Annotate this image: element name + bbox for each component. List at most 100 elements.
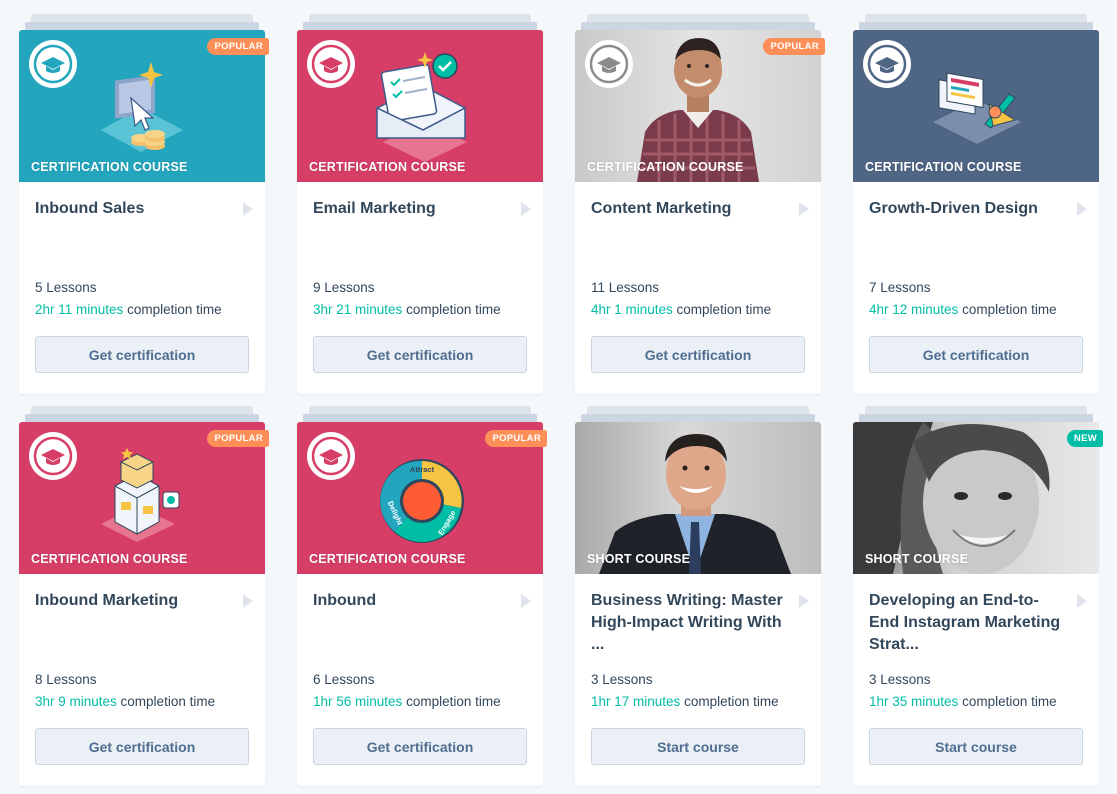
duration-suffix: completion time bbox=[402, 302, 501, 317]
play-icon[interactable] bbox=[1077, 594, 1087, 608]
certification-seal-icon bbox=[307, 432, 355, 480]
duration-suffix: completion time bbox=[402, 694, 501, 709]
course-title[interactable]: Developing an End-to-End Instagram Marke… bbox=[869, 590, 1065, 656]
card-hero[interactable]: CERTIFICATION COURSE bbox=[297, 30, 543, 182]
get-certification-button[interactable]: Get certification bbox=[313, 728, 527, 765]
card-hero[interactable]: SHORT COURSE bbox=[853, 422, 1099, 574]
duration-suffix: completion time bbox=[958, 694, 1057, 709]
course-card[interactable]: CERTIFICATION COURSE Content Marketing 1… bbox=[575, 14, 825, 394]
course-type-label: CERTIFICATION COURSE bbox=[31, 552, 188, 566]
course-title[interactable]: Growth-Driven Design bbox=[869, 198, 1065, 220]
card-stack-layer bbox=[865, 14, 1087, 22]
card-stack-layer bbox=[859, 22, 1093, 30]
duration-suffix: completion time bbox=[672, 302, 772, 317]
certification-seal-icon bbox=[585, 40, 633, 88]
play-icon[interactable] bbox=[1077, 202, 1087, 216]
lesson-count: 8 Lessons bbox=[35, 672, 97, 687]
course-card[interactable]: CERTIFICATION COURSE Inbound Sales 5 Les… bbox=[19, 14, 269, 394]
course-card[interactable]: Attract Engage Delight CERTIFICATION COU… bbox=[297, 406, 547, 786]
course-card[interactable]: CERTIFICATION COURSE Growth-Driven Desig… bbox=[853, 14, 1099, 394]
play-icon[interactable] bbox=[243, 594, 253, 608]
card-stack-layer bbox=[865, 406, 1087, 414]
card-body: Attract Engage Delight CERTIFICATION COU… bbox=[297, 422, 543, 786]
completion-time: 4hr 1 minutes completion time bbox=[591, 302, 771, 317]
completion-time: 3hr 9 minutes completion time bbox=[35, 694, 215, 709]
course-title[interactable]: Inbound Sales bbox=[35, 198, 231, 220]
card-stack-layer bbox=[587, 406, 809, 414]
play-icon[interactable] bbox=[799, 594, 809, 608]
card-hero[interactable]: CERTIFICATION COURSE bbox=[853, 30, 1099, 182]
building-blocks-icon bbox=[101, 448, 180, 542]
course-title[interactable]: Email Marketing bbox=[313, 198, 509, 220]
play-icon[interactable] bbox=[521, 202, 531, 216]
play-icon[interactable] bbox=[243, 202, 253, 216]
lesson-count: 6 Lessons bbox=[313, 672, 375, 687]
duration: 1hr 17 minutes bbox=[591, 694, 681, 709]
card-body: SHORT COURSE Business Writing: Master Hi… bbox=[575, 422, 821, 786]
play-icon[interactable] bbox=[521, 594, 531, 608]
certification-seal-icon bbox=[29, 40, 77, 88]
course-type-label: CERTIFICATION COURSE bbox=[309, 160, 466, 174]
completion-time: 2hr 11 minutes completion time bbox=[35, 302, 222, 317]
course-title[interactable]: Inbound Marketing bbox=[35, 590, 231, 612]
card-body: SHORT COURSE Developing an End-to-End In… bbox=[853, 422, 1099, 786]
card-stack-layer bbox=[581, 22, 815, 30]
course-title[interactable]: Inbound bbox=[313, 590, 509, 612]
get-certification-button[interactable]: Get certification bbox=[35, 336, 249, 373]
envelope-checklist-icon bbox=[375, 52, 467, 162]
certification-seal-icon bbox=[863, 40, 911, 88]
completion-time: 4hr 12 minutes completion time bbox=[869, 302, 1057, 317]
lesson-count: 11 Lessons bbox=[591, 280, 660, 295]
card-stack-layer bbox=[31, 14, 253, 22]
duration-suffix: completion time bbox=[116, 694, 216, 709]
card-body: CERTIFICATION COURSE Growth-Driven Desig… bbox=[853, 30, 1099, 394]
new-badge: NEW bbox=[1066, 430, 1103, 447]
course-type-label: SHORT COURSE bbox=[865, 552, 969, 566]
course-type-label: CERTIFICATION COURSE bbox=[309, 552, 466, 566]
course-card[interactable]: CERTIFICATION COURSE Email Marketing 9 L… bbox=[297, 14, 543, 394]
flywheel-attract-label: Attract bbox=[410, 465, 435, 474]
course-type-label: CERTIFICATION COURSE bbox=[31, 160, 188, 174]
card-body: CERTIFICATION COURSE Inbound Marketing 8… bbox=[19, 422, 265, 786]
card-stack-layer bbox=[309, 406, 531, 414]
get-certification-button[interactable]: Get certification bbox=[35, 728, 249, 765]
card-body: CERTIFICATION COURSE Inbound Sales 5 Les… bbox=[19, 30, 265, 394]
popular-badge: POPULAR bbox=[485, 430, 547, 447]
card-stack-layer bbox=[25, 22, 259, 30]
duration: 4hr 1 minutes bbox=[591, 302, 673, 317]
duration: 3hr 21 minutes bbox=[313, 302, 403, 317]
get-certification-button[interactable]: Get certification bbox=[313, 336, 527, 373]
get-certification-button[interactable]: Get certification bbox=[591, 336, 805, 373]
course-card[interactable]: SHORT COURSE Developing an End-to-End In… bbox=[853, 406, 1103, 786]
play-icon[interactable] bbox=[799, 202, 809, 216]
completion-time: 3hr 21 minutes completion time bbox=[313, 302, 501, 317]
course-type-label: CERTIFICATION COURSE bbox=[865, 160, 1022, 174]
card-stack-layer bbox=[303, 414, 537, 422]
course-card[interactable]: SHORT COURSE Business Writing: Master Hi… bbox=[575, 406, 821, 786]
start-course-button[interactable]: Start course bbox=[869, 728, 1083, 765]
lesson-count: 3 Lessons bbox=[591, 672, 653, 687]
get-certification-button[interactable]: Get certification bbox=[869, 336, 1083, 373]
completion-time: 1hr 56 minutes completion time bbox=[313, 694, 501, 709]
popular-badge: POPULAR bbox=[763, 38, 825, 55]
popular-badge: POPULAR bbox=[207, 430, 269, 447]
course-title[interactable]: Business Writing: Master High-Impact Wri… bbox=[591, 590, 787, 656]
lesson-count: 7 Lessons bbox=[869, 280, 931, 295]
lesson-count: 3 Lessons bbox=[869, 672, 931, 687]
card-body: CERTIFICATION COURSE Email Marketing 9 L… bbox=[297, 30, 543, 394]
card-stack-layer bbox=[31, 406, 253, 414]
course-title[interactable]: Content Marketing bbox=[591, 198, 787, 220]
card-stack-layer bbox=[303, 22, 537, 30]
duration: 3hr 9 minutes bbox=[35, 694, 117, 709]
course-card[interactable]: CERTIFICATION COURSE Inbound Marketing 8… bbox=[19, 406, 269, 786]
card-stack-layer bbox=[25, 414, 259, 422]
start-course-button[interactable]: Start course bbox=[591, 728, 805, 765]
duration: 1hr 35 minutes bbox=[869, 694, 959, 709]
duration-suffix: completion time bbox=[680, 694, 779, 709]
card-stack-layer bbox=[581, 414, 815, 422]
design-tools-icon bbox=[933, 72, 1021, 144]
card-stack-layer bbox=[587, 14, 809, 22]
course-type-label: SHORT COURSE bbox=[587, 552, 691, 566]
card-body: CERTIFICATION COURSE Content Marketing 1… bbox=[575, 30, 821, 394]
card-hero[interactable]: SHORT COURSE bbox=[575, 422, 821, 574]
